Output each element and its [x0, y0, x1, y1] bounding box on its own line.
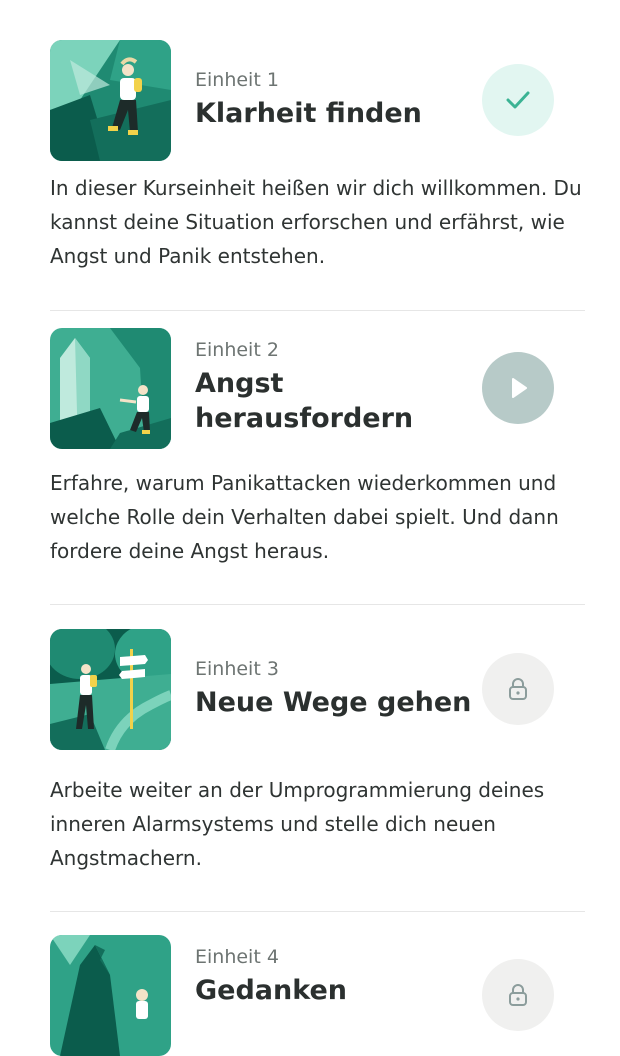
unit-1-illustration	[50, 40, 171, 161]
unit-card-1[interactable]: Einheit 1 Klarheit finden In dieser Kurs…	[50, 40, 585, 280]
lock-icon	[509, 984, 527, 1006]
unit-3-label: Einheit 3	[195, 658, 279, 680]
unit-4-illustration	[50, 935, 171, 1056]
divider	[50, 310, 585, 311]
unit-3-description: Arbeite weiter an der Umprogrammierung d…	[50, 778, 545, 870]
unit-card-3[interactable]: Einheit 3 Neue Wege gehen Arbeite weiter…	[50, 629, 585, 879]
lock-icon	[509, 678, 527, 700]
unit-1-completed-badge	[482, 64, 554, 136]
unit-card-2[interactable]: Einheit 2 Angst herausfordern Erfahre, w…	[50, 328, 585, 568]
unit-2-play-button[interactable]	[482, 352, 554, 424]
unit-2-description: Erfahre, warum Panikattacken wiederkomme…	[50, 471, 559, 563]
unit-4-locked-badge	[482, 959, 554, 1031]
unit-4-title: Gedanken	[195, 975, 348, 1006]
unit-4-label: Einheit 4	[195, 946, 279, 968]
unit-2-title: Angst herausfordern	[195, 368, 414, 434]
play-icon	[512, 378, 527, 398]
unit-1-label: Einheit 1	[195, 69, 279, 91]
unit-1-description: In dieser Kurseinheit heißen wir dich wi…	[50, 176, 582, 268]
unit-3-locked-badge	[482, 653, 554, 725]
unit-3-illustration	[50, 629, 171, 750]
course-unit-list: Einheit 1 Klarheit finden In dieser Kurs…	[0, 0, 620, 1056]
divider	[50, 911, 585, 912]
unit-3-title: Neue Wege gehen	[195, 687, 472, 718]
unit-2-label: Einheit 2	[195, 339, 279, 361]
check-icon	[506, 91, 530, 109]
unit-card-4[interactable]: Einheit 4 Gedanken	[50, 935, 585, 1056]
divider	[50, 604, 585, 605]
unit-2-illustration	[50, 328, 171, 449]
unit-1-title: Klarheit finden	[195, 98, 422, 129]
